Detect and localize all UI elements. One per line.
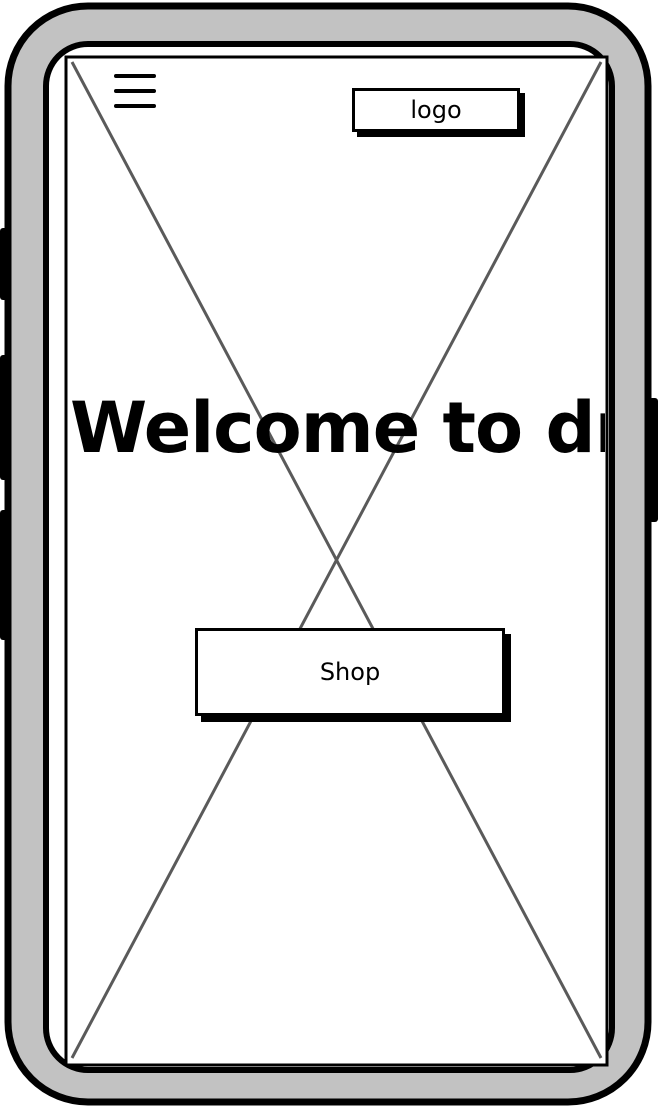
phone-device-frame xyxy=(0,2,658,1106)
hero-headline: Welcome to dr xyxy=(70,387,605,469)
menu-bar-top xyxy=(114,74,156,78)
logo[interactable]: logo xyxy=(352,88,520,132)
shop-button[interactable]: Shop xyxy=(195,628,505,716)
power-button xyxy=(649,398,658,522)
hamburger-menu-icon[interactable] xyxy=(114,72,158,112)
menu-bar-middle xyxy=(114,89,156,93)
side-button-left xyxy=(0,510,8,640)
mobile-wireframe: logo Welcome to dr Shop xyxy=(0,0,658,1110)
menu-bar-bottom xyxy=(114,104,156,108)
volume-down-button xyxy=(0,355,8,480)
volume-up-button xyxy=(0,228,8,300)
